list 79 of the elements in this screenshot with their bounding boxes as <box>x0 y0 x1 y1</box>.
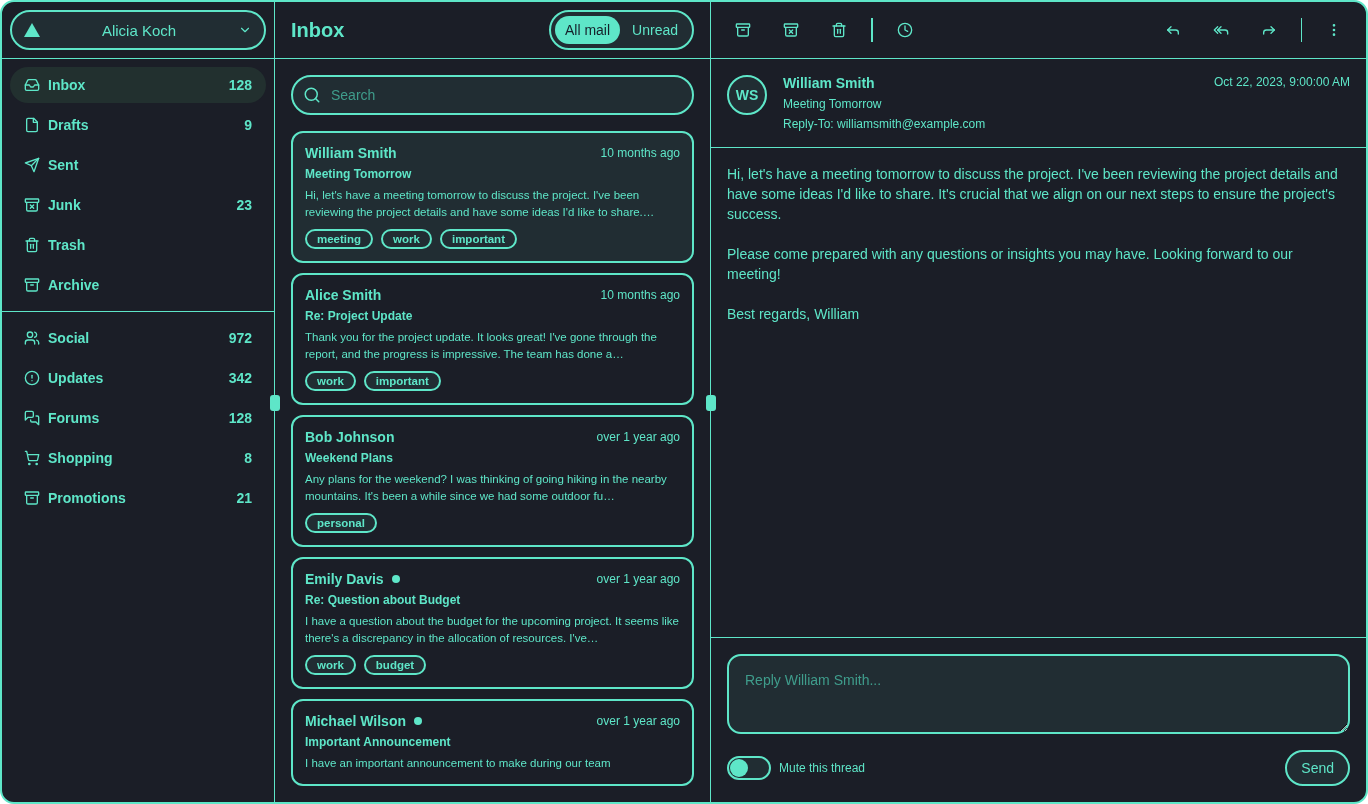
resize-handle[interactable] <box>706 395 716 411</box>
paper-plane-icon <box>24 157 40 173</box>
nav-item[interactable]: Sent <box>10 147 266 183</box>
tag-label: important <box>363 371 441 391</box>
sender-name: William Smith <box>305 145 397 161</box>
nav-item[interactable]: Archive <box>10 267 266 303</box>
sender-name: Alice Smith <box>305 287 382 303</box>
mail-preview: Thank you for the project update. It looks great! I've gone through the report, and the progress is impressive. The team has done a… <box>305 330 658 362</box>
tag-label: work <box>305 655 356 675</box>
account-switcher[interactable]: Alicia Koch <box>10 10 266 50</box>
nav-item[interactable]: Forums 128 <box>10 400 266 436</box>
nav-item[interactable]: Trash <box>10 227 266 263</box>
trash-icon <box>24 237 40 253</box>
sender-name: Bob Johnson <box>305 429 395 445</box>
mail-subject: Re: Question about Budget <box>305 593 462 607</box>
archive-box-icon <box>24 277 40 293</box>
resize-handle[interactable] <box>270 395 280 411</box>
mail-time: 10 months ago <box>600 288 680 302</box>
filter-tab[interactable]: Unread <box>622 16 688 44</box>
mail-card[interactable]: Bob Johnson over 1 year ago Weekend Plans Any plans for the weekend? I was thinking of going hiking in the nearby mountains. It's been a while since we had some outdoor fu… personal <box>291 415 694 547</box>
filter-tab[interactable]: All mail <box>554 16 621 44</box>
inbox-tray-icon <box>24 77 40 93</box>
mail-subject: Meeting Tomorrow <box>783 97 883 111</box>
mail-subject: Meeting Tomorrow <box>305 167 413 181</box>
mail-card[interactable]: Michael Wilson over 1 year ago Important Announcement I have an important announcement to make during our team <box>291 699 694 786</box>
nav-item[interactable]: Junk 23 <box>10 187 266 223</box>
nav-item[interactable]: Updates 342 <box>10 360 266 396</box>
tag-label: work <box>305 371 356 391</box>
tag-label: meeting <box>305 229 374 249</box>
alert-circle-icon <box>24 370 40 386</box>
mail-body-paragraph: Hi, let's have a meeting tomorrow to discuss the project. I've been reviewing the project details and have some ideas I'd like to share. It's crucial that we align on our next steps to ensure the project's success. <box>727 165 1339 224</box>
tag-label: important <box>439 229 517 249</box>
mail-time: 10 months ago <box>600 146 680 160</box>
sender-name: Emily Davis <box>305 571 384 587</box>
box-x-icon <box>783 22 799 38</box>
nav-item[interactable]: Promotions 21 <box>10 480 266 516</box>
mail-card[interactable]: Emily Davis over 1 year ago Re: Question about Budget I have a question about the budget for the upcoming project. It seems like there's a discrepancy in the allocation of resources. I've… work budget <box>291 557 694 689</box>
mail-preview: I have an important announcement to make during our team <box>305 756 612 771</box>
reply-field[interactable]: Reply William Smith... <box>727 654 1350 734</box>
mail-body-paragraph: Please come prepared with any questions or insights you may have. Looking forward to our meeting! <box>727 245 1294 284</box>
sender-name: William Smith <box>783 75 876 91</box>
document-icon <box>24 117 40 133</box>
sender-name: Michael Wilson <box>305 713 406 729</box>
mail-subject: Important Announcement <box>305 735 452 749</box>
mail-date: Oct 22, 2023, 9:00:00 AM <box>1213 75 1350 91</box>
mail-body-paragraph: Best regards, William <box>727 305 861 324</box>
mail-time: over 1 year ago <box>596 572 680 586</box>
mail-time: over 1 year ago <box>596 430 680 444</box>
nav-item[interactable]: Drafts 9 <box>10 107 266 143</box>
archive-box-icon <box>735 22 751 38</box>
clock-icon <box>896 22 913 38</box>
mail-card[interactable]: Alice Smith 10 months ago Re: Project Update Thank you for the project update. It looks great! I've gone through the report, and the progress is impressive. The team has done a… work important <box>291 273 694 405</box>
mail-preview: Any plans for the weekend? I was thinking of going hiking in the nearby mountains. It's been a while since we had some outdoor fu… <box>305 472 668 504</box>
mail-preview: Hi, let's have a meeting tomorrow to discuss the project. I've been reviewing the project details and have some ideas I'd like to share.… <box>305 188 656 220</box>
box-x-icon <box>24 197 40 213</box>
nav-item[interactable]: Shopping 8 <box>10 440 266 476</box>
tag-label: budget <box>363 655 427 675</box>
reply-to-address: Reply-To: williamsmith@example.com <box>783 117 987 131</box>
mail-subject: Weekend Plans <box>305 451 394 465</box>
tag-label: work <box>381 229 432 249</box>
nav-item[interactable]: Inbox 128 <box>10 67 266 103</box>
list-title: Inbox <box>291 18 345 42</box>
mail-time: over 1 year ago <box>596 714 680 728</box>
search-field[interactable]: Search <box>291 75 694 115</box>
trash-icon <box>831 22 847 38</box>
avatar-initials: WS <box>727 75 767 115</box>
mute-switch[interactable] <box>727 756 771 780</box>
triangle-logo-icon <box>24 23 40 37</box>
mail-card[interactable] <box>291 131 694 263</box>
archive-box-icon <box>24 490 40 506</box>
tag-label: personal <box>305 513 377 533</box>
mute-label: Mute this thread <box>779 761 866 775</box>
nav-item[interactable]: Social 972 <box>10 320 266 356</box>
chat-bubbles-icon <box>24 410 40 426</box>
send-button[interactable]: Send <box>1285 750 1350 786</box>
people-icon <box>24 330 40 346</box>
mail-subject: Re: Project Update <box>305 309 414 323</box>
cart-icon <box>24 450 40 466</box>
mail-preview: I have a question about the budget for the upcoming project. It seems like there's a discrepancy in the allocation of resources. I've… <box>305 614 680 646</box>
